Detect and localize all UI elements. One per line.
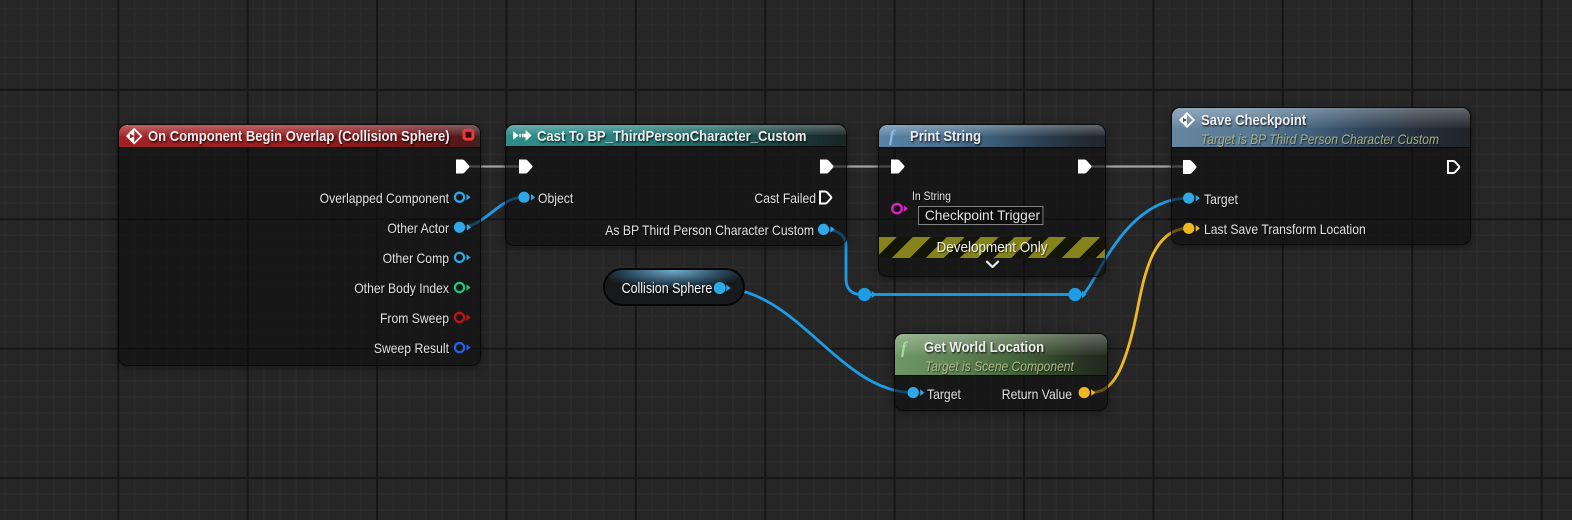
- svg-text:f: f: [901, 339, 909, 358]
- svg-text:f: f: [889, 127, 897, 146]
